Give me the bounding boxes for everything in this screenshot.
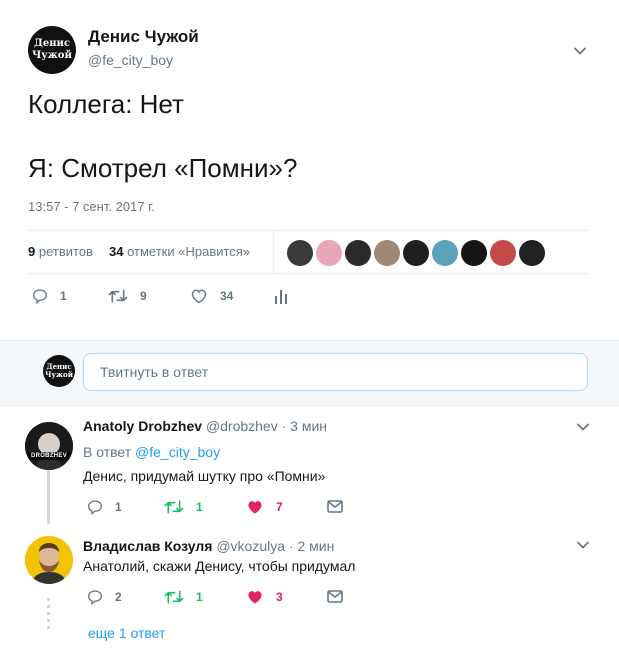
avatar-drobzhev	[25, 422, 73, 470]
liker-avatar[interactable]	[345, 240, 371, 266]
reply-tweet[interactable]: DROBZHEV Anatoly Drobzhev @drobzhev · 3 …	[0, 406, 619, 530]
reply-header: Владислав Козуля @vkozulya · 2 мин	[83, 538, 334, 554]
reply-tweet[interactable]: Владислав Козуля @vkozulya · 2 мин Анато…	[0, 530, 619, 622]
retweet-icon	[164, 500, 184, 514]
retweets-label: ретвитов	[38, 244, 93, 259]
likes-stat[interactable]: 34 отметки «Нравится»	[109, 244, 250, 259]
reply-count: 1	[60, 289, 67, 303]
liker-avatar[interactable]	[461, 240, 487, 266]
author-avatar[interactable]: Денис Чужой	[28, 26, 76, 74]
liker-avatar[interactable]	[374, 240, 400, 266]
like-count: 7	[276, 500, 283, 514]
analytics-action[interactable]	[274, 289, 300, 305]
chevron-down-icon[interactable]	[573, 44, 587, 58]
reply-icon	[87, 590, 103, 605]
like-action[interactable]: 7	[246, 499, 283, 515]
direct-message-action[interactable]	[327, 500, 355, 513]
like-count: 34	[220, 289, 234, 303]
heart-icon	[248, 501, 262, 514]
reply-action[interactable]: 1	[32, 288, 67, 304]
more-replies-link[interactable]: еще 1 ответ	[88, 625, 165, 641]
analytics-icon	[275, 290, 287, 304]
like-action[interactable]: 34	[190, 288, 233, 304]
reply-avatar[interactable]: DROBZHEV	[25, 422, 73, 470]
reply-count: 2	[115, 590, 122, 604]
in-reply-to: В ответ @fe_city_boy	[83, 444, 220, 460]
reply-count: 1	[115, 500, 122, 514]
chevron-down-icon[interactable]	[576, 538, 590, 552]
liker-avatar[interactable]	[403, 240, 429, 266]
retweets-stat[interactable]: 9 ретвитов	[28, 244, 93, 259]
likes-label: отметки «Нравится»	[127, 244, 251, 259]
reply-action[interactable]: 2	[87, 589, 122, 605]
retweet-icon	[108, 289, 128, 303]
reply-author-handle-time[interactable]: @drobzhev · 3 мин	[206, 418, 327, 434]
liker-avatar[interactable]	[287, 240, 313, 266]
liker-avatars	[287, 240, 545, 266]
in-reply-prefix: В ответ	[83, 444, 132, 460]
liker-avatar[interactable]	[316, 240, 342, 266]
reply-author-handle-time[interactable]: @vkozulya · 2 мин	[216, 538, 334, 554]
reply-composer: Денис Чужой	[0, 340, 619, 406]
reply-author-name[interactable]: Anatoly Drobzhev	[83, 418, 202, 434]
composer-avatar: Денис Чужой	[43, 355, 75, 387]
heart-icon	[191, 289, 207, 304]
stats-divider	[273, 231, 274, 273]
avatar-brand-label: DROBZHEV	[30, 453, 68, 459]
like-count: 3	[276, 590, 283, 604]
tweet-timestamp[interactable]: 13:57 - 7 сент. 2017 г.	[28, 199, 155, 214]
retweet-action[interactable]: 9	[108, 288, 147, 304]
direct-message-action[interactable]	[327, 590, 355, 603]
tweet-text: Коллега: Нет Я: Смотрел «Помни»?	[28, 89, 298, 183]
main-tweet: Денис Чужой Денис Чужой @fe_city_boy Кол…	[0, 0, 619, 340]
likes-count: 34	[109, 244, 124, 259]
retweet-count: 9	[140, 289, 147, 303]
reply-author-name[interactable]: Владислав Козуля	[83, 538, 212, 554]
avatar-label: Денис Чужой	[32, 38, 72, 61]
thread-connector	[47, 470, 50, 524]
reply-header: Anatoly Drobzhev @drobzhev · 3 мин	[83, 418, 327, 434]
liker-avatar[interactable]	[519, 240, 545, 266]
author-name[interactable]: Денис Чужой	[88, 27, 199, 47]
retweet-count: 1	[196, 500, 203, 514]
retweet-count: 1	[196, 590, 203, 604]
heart-icon	[248, 591, 262, 604]
avatar-vkozulya	[25, 536, 73, 584]
reply-text: Денис, придумай шутку про «Помни»	[83, 468, 326, 484]
tweet-stats: 9 ретвитов 34 отметки «Нравится»	[28, 230, 588, 274]
author-handle[interactable]: @fe_city_boy	[88, 52, 173, 68]
reply-avatar[interactable]	[25, 536, 73, 584]
reply-icon	[32, 289, 48, 304]
liker-avatar[interactable]	[432, 240, 458, 266]
chevron-down-icon[interactable]	[576, 420, 590, 434]
in-reply-handle-link[interactable]: @fe_city_boy	[135, 444, 220, 460]
retweet-icon	[164, 590, 184, 604]
retweet-action[interactable]: 1	[164, 499, 203, 515]
reply-action[interactable]: 1	[87, 499, 122, 515]
reply-input[interactable]	[83, 353, 588, 391]
reply-icon	[87, 500, 103, 515]
composer-avatar-label: Денис Чужой	[45, 362, 73, 379]
thread-dots	[47, 598, 50, 633]
envelope-icon	[327, 500, 343, 513]
reply-text: Анатолий, скажи Денису, чтобы придумал	[83, 558, 356, 574]
liker-avatar[interactable]	[490, 240, 516, 266]
retweets-count: 9	[28, 244, 36, 259]
retweet-action[interactable]: 1	[164, 589, 203, 605]
like-action[interactable]: 3	[246, 589, 283, 605]
envelope-icon	[327, 590, 343, 603]
